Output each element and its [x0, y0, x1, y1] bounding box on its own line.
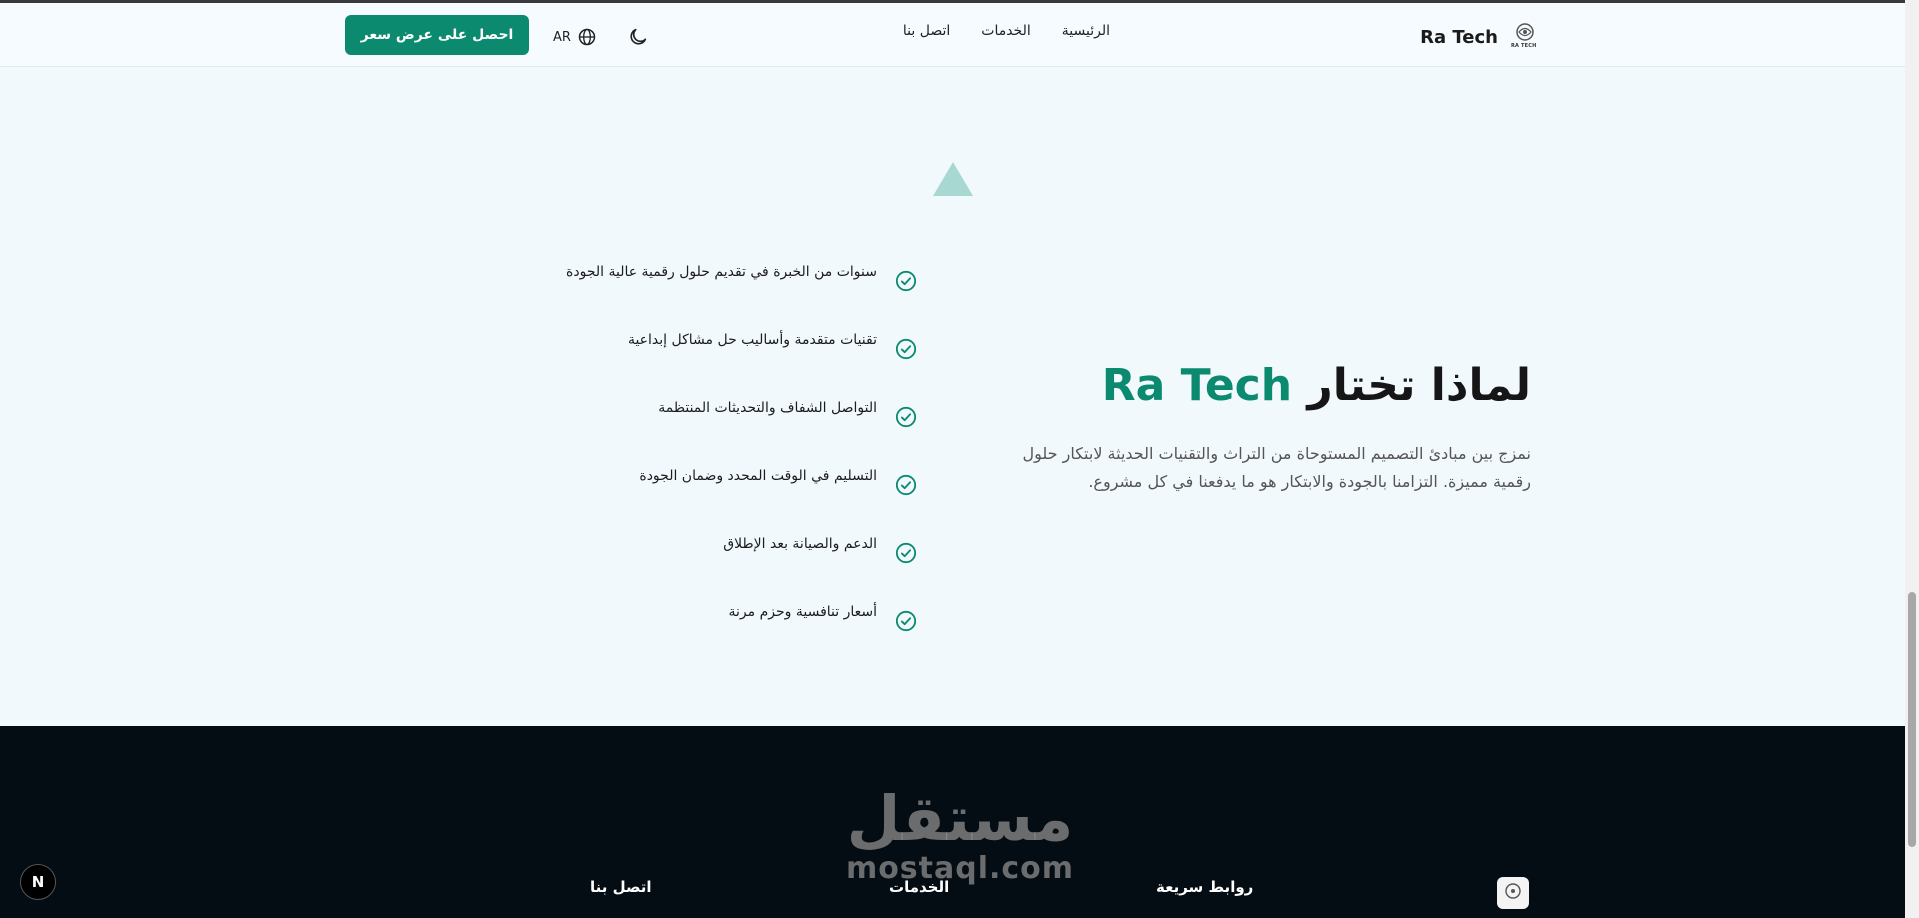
theme-toggle-moon-icon[interactable] [627, 26, 649, 48]
footer-quick-links-heading: روابط سريعة [1156, 878, 1254, 896]
check-circle-icon [895, 542, 917, 564]
feature-item: التسليم في الوقت المحدد وضمان الجودة [517, 466, 917, 534]
brand-logo-text: RA TECH [1511, 43, 1537, 49]
main-nav: الرئيسية الخدمات اتصل بنا [903, 23, 1110, 39]
feature-item: أسعار تنافسية وحزم مرنة [517, 602, 917, 670]
watermark-english: mostaql.com [845, 851, 1075, 886]
why-description: نمزج بين مبادئ التصميم المستوحاة من التر… [1022, 444, 1531, 491]
site-footer: مستقل mostaql.com روابط سريعة الخدمات ات… [0, 726, 1905, 918]
feature-item: الدعم والصيانة بعد الإطلاق [517, 534, 917, 602]
check-circle-icon [895, 474, 917, 496]
feature-text: تقنيات متقدمة وأساليب حل مشاكل إبداعية [627, 332, 877, 348]
scrollbar-thumb[interactable] [1908, 592, 1916, 847]
feature-item: تقنيات متقدمة وأساليب حل مشاكل إبداعية [517, 330, 917, 398]
language-label: AR [553, 29, 571, 45]
feature-list: سنوات من الخبرة في تقديم حلول رقمية عالي… [517, 262, 917, 670]
check-circle-icon [895, 406, 917, 428]
feature-item: التواصل الشفاف والتحديثات المنتظمة [517, 398, 917, 466]
feature-text: التسليم في الوقت المحدد وضمان الجودة [639, 468, 877, 484]
brand-logo-icon: RA TECH [1510, 22, 1540, 52]
why-heading-prefix: لماذا تختار [1307, 360, 1531, 411]
why-heading-accent: Ra Tech [1101, 360, 1293, 411]
brand-name: Ra Tech [1420, 26, 1498, 48]
brand[interactable]: Ra Tech RA TECH [1420, 19, 1540, 55]
check-circle-icon [895, 270, 917, 292]
watermark: مستقل mostaql.com [845, 786, 1075, 886]
feature-text: سنوات من الخبرة في تقديم حلول رقمية عالي… [566, 264, 877, 280]
language-switcher[interactable]: AR [553, 27, 597, 47]
nav-services-link[interactable]: الخدمات [981, 23, 1031, 39]
nav-contact-link[interactable]: اتصل بنا [903, 23, 950, 39]
footer-logo-icon[interactable] [1497, 877, 1529, 909]
globe-icon [578, 28, 596, 46]
feature-text: التواصل الشفاف والتحديثات المنتظمة [658, 400, 877, 416]
feature-item: سنوات من الخبرة في تقديم حلول رقمية عالي… [517, 262, 917, 330]
triangle-shape [933, 162, 973, 196]
why-heading: لماذا تختار Ra Tech [1102, 360, 1531, 411]
feature-text: أسعار تنافسية وحزم مرنة [728, 604, 877, 620]
footer-services-heading: الخدمات [889, 878, 950, 896]
footer-contact-heading: اتصل بنا [590, 878, 652, 896]
nav-home-link[interactable]: الرئيسية [1062, 23, 1110, 39]
check-circle-icon [895, 338, 917, 360]
get-quote-button[interactable]: احصل على عرض سعر [345, 15, 529, 55]
nextjs-dev-badge[interactable]: N [20, 864, 56, 900]
watermark-arabic: مستقل [846, 782, 1074, 855]
page-scrollbar[interactable] [1905, 0, 1919, 918]
feature-text: الدعم والصيانة بعد الإطلاق [723, 536, 877, 552]
check-circle-icon [895, 610, 917, 632]
site-header: Ra Tech RA TECH الرئيسية الخدمات اتصل بن… [0, 3, 1905, 67]
